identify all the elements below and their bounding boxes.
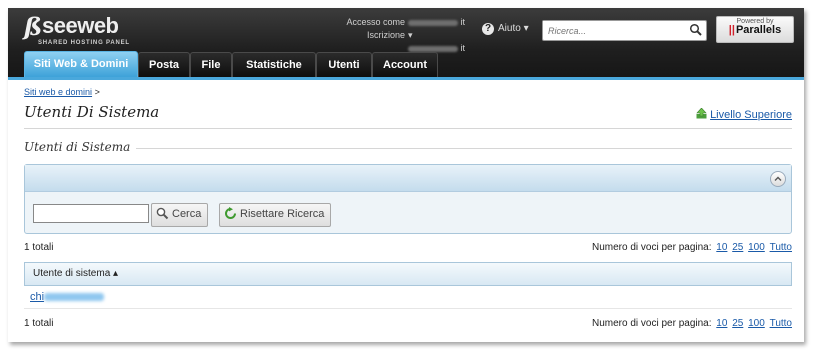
totals-count-bottom: 1 totali: [24, 318, 54, 329]
reset-search-label: Risettare Ricerca: [240, 208, 325, 220]
search-icon[interactable]: [689, 23, 703, 37]
tab-statistiche[interactable]: Statistiche: [232, 52, 316, 77]
upper-level-label[interactable]: Livello Superiore: [710, 109, 792, 121]
reset-search-button[interactable]: Risettare Ricerca: [219, 203, 332, 227]
search-icon: [156, 207, 169, 220]
arrow-up-icon: [696, 108, 707, 119]
parallels-bars-icon: ||: [728, 24, 735, 36]
parallels-badge[interactable]: Powered by ||Parallels: [716, 16, 794, 43]
upper-level-link[interactable]: Livello Superiore: [696, 108, 792, 121]
per-page-selector: Numero di voci per pagina: 10 25 100 Tut…: [592, 242, 792, 253]
global-search: [542, 20, 707, 41]
per-page-25[interactable]: 25: [732, 242, 743, 253]
search-button-label: Cerca: [172, 208, 202, 220]
per-page-selector-bottom: Numero di voci per pagina: 10 25 100 Tut…: [592, 318, 792, 329]
signup-suffix: it: [460, 43, 466, 53]
tab-underline: [8, 77, 804, 80]
page-title: Utenti Di Sistema: [24, 103, 160, 121]
per-page-100[interactable]: 100: [748, 318, 765, 329]
logo-text: seeweb: [42, 13, 119, 38]
divider: [24, 128, 792, 129]
per-page-label: Numero di voci per pagina:: [592, 318, 712, 329]
search-input[interactable]: [543, 21, 678, 39]
redacted-username: [44, 293, 105, 302]
account-info-values[interactable]: it ▾ it: [408, 16, 468, 55]
filter-input[interactable]: [33, 204, 149, 223]
account-info-labels: Accesso come Iscrizione: [323, 16, 405, 42]
per-page-all[interactable]: Tutto: [770, 242, 792, 253]
access-suffix: it: [460, 17, 466, 27]
section-divider: [24, 148, 792, 149]
column-header-label: Utente di sistema: [33, 268, 111, 279]
column-header-user[interactable]: Utente di sistema ▴: [24, 262, 792, 286]
per-page-10[interactable]: 10: [716, 318, 727, 329]
chevron-down-icon: ▾: [523, 23, 529, 34]
help-label: Aiuto: [498, 23, 521, 34]
users-table: Utente di sistema ▴ chi: [24, 262, 792, 309]
logo-subtitle: SHARED HOSTING PANEL: [38, 40, 130, 46]
breadcrumb-separator: >: [94, 87, 100, 97]
per-page-all[interactable]: Tutto: [770, 318, 792, 329]
top-header: ß seeweb SHARED HOSTING PANEL Accesso co…: [8, 8, 804, 78]
per-page-10[interactable]: 10: [716, 242, 727, 253]
collapse-icon[interactable]: [770, 171, 786, 187]
per-page-25[interactable]: 25: [732, 318, 743, 329]
tab-posta[interactable]: Posta: [138, 52, 190, 77]
reset-icon: [225, 207, 236, 219]
redacted-login: [408, 19, 458, 26]
per-page-100[interactable]: 100: [748, 242, 765, 253]
per-page-label: Numero di voci per pagina:: [592, 242, 712, 253]
system-user-link[interactable]: chi: [30, 291, 105, 303]
tab-siti-web-domini[interactable]: Siti Web & Domini: [24, 51, 138, 78]
help-icon: ?: [482, 23, 494, 35]
breadcrumb-link-siti-web[interactable]: Siti web e domini: [24, 87, 92, 97]
signup-label: Iscrizione: [366, 30, 405, 40]
search-filter-panel: Cerca Risettare Ricerca: [24, 164, 792, 234]
search-button[interactable]: Cerca: [151, 203, 209, 227]
totals-count: 1 totali: [24, 242, 54, 253]
tab-account[interactable]: Account: [372, 52, 438, 77]
tab-file[interactable]: File: [190, 52, 232, 77]
app-window: ß seeweb SHARED HOSTING PANEL Accesso co…: [8, 8, 804, 342]
user-name-prefix: chi: [30, 291, 45, 303]
breadcrumb: Siti web e domini >: [24, 87, 100, 97]
sort-ascending-icon: ▴: [113, 268, 119, 279]
chevron-down-icon[interactable]: ▾: [408, 30, 413, 40]
redacted-subscription: [408, 45, 458, 52]
parallels-label: Parallels: [735, 24, 782, 36]
table-row: chi: [24, 286, 792, 309]
logo-mark-icon: ß: [24, 12, 42, 41]
tab-utenti[interactable]: Utenti: [316, 52, 372, 77]
help-menu[interactable]: ? Aiuto ▾: [482, 23, 529, 35]
access-as-label: Accesso come: [346, 17, 405, 27]
section-title: Utenti di Sistema: [24, 140, 137, 154]
panel-header: [25, 165, 791, 192]
